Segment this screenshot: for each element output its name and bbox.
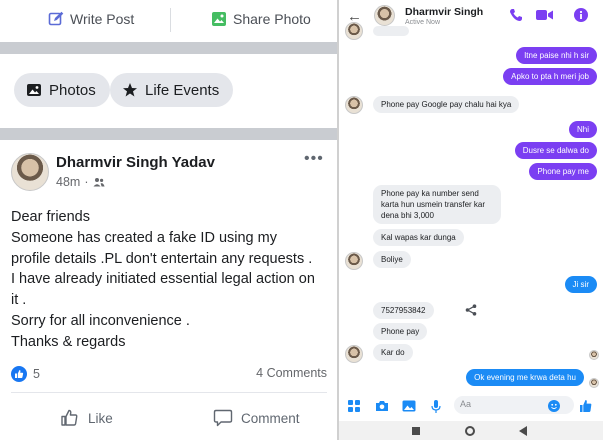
- message-incoming[interactable]: Phone pay Google pay chalu hai kya: [373, 96, 520, 113]
- contact-status: Active Now: [405, 19, 441, 26]
- post-line: it .: [11, 292, 27, 309]
- avatar: [345, 345, 363, 363]
- post-meta: 48m ·: [56, 175, 105, 189]
- message-outgoing[interactable]: Phone pay me: [529, 163, 597, 180]
- apps-grid-icon[interactable]: [348, 400, 360, 412]
- camera-icon[interactable]: [375, 400, 389, 412]
- seen-avatar: [589, 378, 599, 388]
- post-author-name[interactable]: Dharmvir Singh Yadav: [56, 154, 215, 171]
- life-events-chip[interactable]: Life Events: [110, 73, 234, 107]
- android-navigation-bar: [339, 421, 603, 440]
- reaction-count: 5: [33, 367, 40, 381]
- post-line: Someone has created a fake ID using my: [11, 229, 277, 246]
- like-reaction-icon: [11, 366, 27, 382]
- gallery-icon[interactable]: [402, 400, 416, 412]
- photos-icon: [27, 84, 41, 96]
- photo-icon: [212, 12, 226, 26]
- status-post: Dharmvir Singh Yadav 48m · ••• Dear frie…: [0, 140, 337, 440]
- like-label: Like: [88, 410, 113, 426]
- message-outgoing[interactable]: Nhi: [568, 121, 597, 138]
- message-outgoing[interactable]: Dusre se dalwa do: [514, 142, 597, 159]
- message-outgoing[interactable]: Ok evening me krwa deta hu: [466, 369, 584, 386]
- message-outgoing[interactable]: Apko to pta h meri job: [503, 68, 597, 85]
- seen-avatar: [589, 350, 599, 360]
- message-incoming[interactable]: Kal wapas kar dunga: [373, 229, 464, 246]
- message-incoming[interactable]: Phone pay: [373, 323, 428, 340]
- post-text: Dear friends Someone has created a fake …: [11, 207, 333, 353]
- meta-dot: ·: [84, 175, 89, 189]
- contact-name[interactable]: Dharmvir Singh: [405, 6, 483, 18]
- message-outgoing[interactable]: Ji sir: [564, 276, 597, 293]
- profile-chips: Photos Life Events: [0, 54, 337, 128]
- avatar[interactable]: [374, 5, 395, 26]
- post-line: I have already initiated essential legal…: [11, 271, 315, 288]
- post-line: Sorry for all inconvenience .: [11, 312, 190, 329]
- share-icon[interactable]: [465, 304, 477, 316]
- message-composer: Aa: [339, 391, 603, 421]
- message-incoming[interactable]: Kar do: [373, 344, 413, 361]
- back-icon[interactable]: [519, 426, 528, 436]
- life-events-chip-label: Life Events: [145, 81, 220, 99]
- avatar: [345, 96, 363, 114]
- message-incoming[interactable]: Boliye: [373, 251, 411, 268]
- post-line: Dear friends: [11, 209, 90, 225]
- avatar: [345, 22, 363, 40]
- message-incoming[interactable]: Phone pay ka number send karta hun usmei…: [373, 185, 501, 224]
- comment-button[interactable]: Comment: [213, 408, 300, 428]
- video-camera-icon[interactable]: [536, 9, 553, 21]
- comment-icon: [213, 409, 233, 427]
- star-icon: [123, 83, 137, 97]
- message-thread: Itne paise nhi h sir Apko to pta h meri …: [339, 22, 603, 391]
- post-time[interactable]: 48m: [56, 175, 80, 189]
- section-gap: [0, 128, 337, 140]
- reactions-summary[interactable]: 5: [11, 366, 40, 382]
- message-input-placeholder: Aa: [460, 399, 472, 409]
- share-photo-label: Share Photo: [233, 11, 311, 27]
- avatar: [345, 252, 363, 270]
- post-composer-bar: Write Post Share Photo: [0, 0, 337, 42]
- emoji-icon[interactable]: [548, 400, 560, 412]
- photos-chip-label: Photos: [49, 81, 96, 99]
- more-options-icon[interactable]: •••: [304, 150, 324, 168]
- write-post-label: Write Post: [70, 11, 135, 27]
- home-icon[interactable]: [465, 426, 475, 436]
- like-button[interactable]: Like: [60, 408, 113, 428]
- avatar[interactable]: [11, 153, 49, 191]
- message-bubble-partial: [373, 26, 409, 36]
- message-incoming[interactable]: 7527953842: [373, 302, 434, 319]
- thumbs-up-icon[interactable]: [579, 399, 593, 413]
- facebook-profile-panel: Write Post Share Photo Photos Life Event…: [0, 0, 337, 440]
- share-photo-button[interactable]: Share Photo: [211, 11, 311, 27]
- phone-icon[interactable]: [509, 8, 523, 22]
- write-post-button[interactable]: Write Post: [48, 11, 134, 27]
- recent-apps-icon[interactable]: [412, 427, 420, 435]
- info-icon[interactable]: [574, 8, 588, 22]
- post-divider: [11, 392, 327, 393]
- comment-label: Comment: [241, 410, 300, 426]
- messenger-chat-panel: ← Dharmvir Singh Active Now Itne paise n…: [337, 0, 603, 440]
- thumbs-up-icon: [61, 409, 78, 426]
- section-gap: [0, 42, 337, 54]
- microphone-icon[interactable]: [431, 400, 441, 413]
- photos-chip[interactable]: Photos: [14, 73, 110, 107]
- composer-divider: [170, 8, 171, 32]
- edit-icon: [48, 11, 64, 26]
- post-line: Thanks & regards: [11, 333, 126, 350]
- friends-icon: [93, 178, 105, 187]
- post-line: profile details .PL don't entertain any …: [11, 250, 313, 267]
- comment-count[interactable]: 4 Comments: [256, 366, 327, 380]
- message-outgoing[interactable]: Itne paise nhi h sir: [516, 47, 597, 64]
